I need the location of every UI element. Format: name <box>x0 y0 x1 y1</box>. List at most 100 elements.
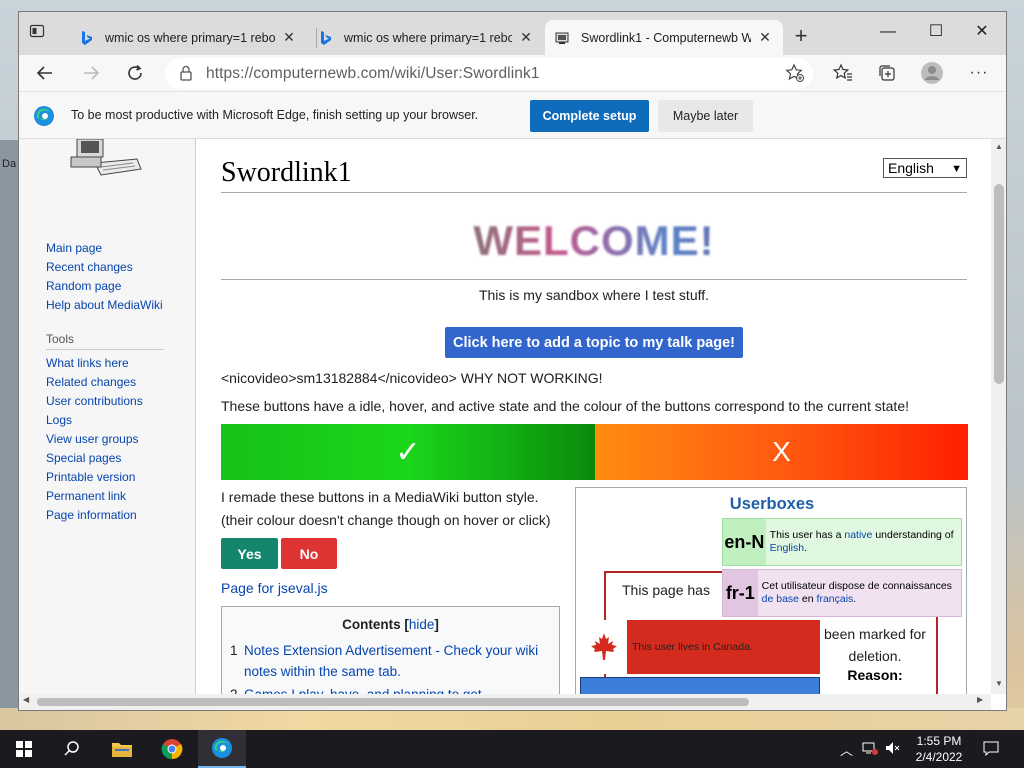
settings-more-button[interactable]: ··· <box>965 60 993 86</box>
deletion-reason-label: Reason: <box>847 667 903 683</box>
userbox-en-code: en-N <box>723 519 766 565</box>
sidebar-item-main-page[interactable]: Main page <box>46 241 102 255</box>
sidebar-item-page-information[interactable]: Page information <box>46 508 137 522</box>
notifications-icon[interactable] <box>983 740 999 759</box>
network-icon[interactable] <box>862 740 878 759</box>
toc-hide-link[interactable]: hide <box>409 617 435 632</box>
welcome-banner: WELCOME! <box>221 217 967 265</box>
url-text[interactable]: https://computernewb.com/wiki/User:Sword… <box>206 65 540 83</box>
scroll-down-icon[interactable]: ▼ <box>991 679 1006 688</box>
tab-swordlink1[interactable]: Swordlink1 - Computernewb Wiki ✕ <box>545 20 783 55</box>
desktop-icon-label[interactable]: Da <box>2 158 16 170</box>
chrome-icon <box>161 739 183 760</box>
toc-item-number: 1 <box>230 643 238 658</box>
scroll-right-icon[interactable]: ▶ <box>977 695 983 704</box>
tab-title: wmic os where primary=1 reboot <box>105 30 275 45</box>
chevron-up-icon[interactable]: ︿ <box>840 740 853 759</box>
language-select[interactable]: English ▼ <box>883 158 967 178</box>
sidebar-item-help[interactable]: Help about MediaWiki <box>46 298 163 312</box>
refresh-button[interactable] <box>121 60 149 86</box>
userbox-french: fr-1 Cet utilisateur dispose de connaiss… <box>722 569 962 617</box>
bing-icon <box>318 30 334 46</box>
sidebar-item-view-user-groups[interactable]: View user groups <box>46 432 139 446</box>
maximize-button[interactable]: ☐ <box>913 18 959 46</box>
close-icon[interactable]: ✕ <box>518 29 534 46</box>
horizontal-scroll-thumb[interactable] <box>37 698 749 706</box>
tab-actions-menu-button[interactable] <box>29 23 55 47</box>
file-explorer-button[interactable] <box>98 730 146 768</box>
complete-setup-button[interactable]: Complete setup <box>530 100 649 132</box>
favorites-icon <box>833 63 852 81</box>
x-mark-icon: X <box>772 436 791 467</box>
sidebar-item-printable-version[interactable]: Printable version <box>46 470 135 484</box>
back-button[interactable] <box>31 60 59 86</box>
page-title: Swordlink1 <box>221 157 352 188</box>
toc-item-text[interactable]: Notes Extension Advertisement - Check yo… <box>244 640 544 682</box>
no-button[interactable]: No <box>281 538 337 569</box>
bing-icon <box>79 30 95 46</box>
tab-wmic-2[interactable]: wmic os where primary=1 reboot ✕ <box>308 20 544 55</box>
sidebar-item-logs[interactable]: Logs <box>46 413 72 427</box>
francais-link[interactable]: français <box>817 593 854 605</box>
toc-title: Contents [hide] <box>222 617 559 632</box>
sidebar-item-special-pages[interactable]: Special pages <box>46 451 121 465</box>
sidebar-item-user-contributions[interactable]: User contributions <box>46 394 143 408</box>
minimize-button[interactable]: — <box>865 18 911 46</box>
sidebar-item-what-links-here[interactable]: What links here <box>46 356 129 370</box>
red-state-button[interactable]: X <box>595 424 968 480</box>
userbox-canada: This user lives in Canada. <box>580 620 820 674</box>
jseval-link[interactable]: Page for jseval.js <box>221 580 328 596</box>
sidebar-item-permanent-link[interactable]: Permanent link <box>46 489 126 503</box>
new-tab-button[interactable]: + <box>789 25 813 47</box>
sandbox-text: This is my sandbox where I test stuff. <box>478 287 710 303</box>
close-icon[interactable]: ✕ <box>281 29 297 46</box>
nicovideo-text: <nicovideo>sm13182884</nicovideo> WHY NO… <box>221 370 603 386</box>
sidebar-item-recent-changes[interactable]: Recent changes <box>46 260 133 274</box>
close-icon[interactable]: ✕ <box>757 29 773 46</box>
search-button[interactable] <box>48 730 96 768</box>
start-button[interactable] <box>0 730 48 768</box>
setup-infobar: To be most productive with Microsoft Edg… <box>19 91 1006 139</box>
toc-item-text[interactable]: Games I play, have, and planning to get <box>244 684 544 694</box>
userboxes-title: Userboxes <box>729 495 815 513</box>
address-bar[interactable]: https://computernewb.com/wiki/User:Sword… <box>165 58 813 89</box>
edge-taskbar-button[interactable] <box>198 730 246 768</box>
userbox-english: en-N This user has a native understandin… <box>722 518 962 566</box>
search-icon <box>64 741 79 756</box>
sidebar-item-related-changes[interactable]: Related changes <box>46 375 136 389</box>
more-dots-icon: ··· <box>969 64 989 81</box>
tab-wmic-1[interactable]: wmic os where primary=1 reboot ✕ <box>69 20 307 55</box>
forward-button[interactable] <box>77 60 105 86</box>
vertical-scroll-thumb[interactable] <box>994 184 1004 384</box>
vertical-scrollbar[interactable]: ▲ ▼ <box>991 139 1006 694</box>
userbox-fr-text: Cet utilisateur dispose de connaissances… <box>761 580 952 605</box>
sidebar-item-random-page[interactable]: Random page <box>46 279 121 293</box>
deletion-notice-line2: been marked for deletion. <box>824 626 926 664</box>
green-state-button[interactable]: ✓ <box>221 424 595 480</box>
add-topic-button[interactable]: Click here to add a topic to my talk pag… <box>445 327 743 358</box>
close-window-button[interactable]: ✕ <box>959 18 1005 46</box>
horizontal-scrollbar[interactable]: ◀ ▶ <box>19 694 991 710</box>
wiki-logo-computer-icon[interactable] <box>67 139 147 179</box>
lock-icon[interactable] <box>179 65 193 86</box>
profile-avatar-icon <box>921 62 943 84</box>
scroll-up-icon[interactable]: ▲ <box>991 142 1006 151</box>
taskbar-clock[interactable]: 1:55 PM 2/4/2022 <box>908 733 970 765</box>
toc-heading: Contents <box>342 617 401 632</box>
toc-item[interactable]: 2 Games I play, have, and planning to ge… <box>230 684 482 694</box>
native-link[interactable]: native <box>844 529 872 541</box>
add-favorite-icon[interactable] <box>785 63 805 88</box>
maybe-later-button[interactable]: Maybe later <box>658 100 753 132</box>
toc-item[interactable]: 1 Notes Extension Advertisement - Check … <box>230 640 538 679</box>
profile-button[interactable] <box>918 60 946 86</box>
scroll-left-icon[interactable]: ◀ <box>23 695 29 704</box>
chrome-button[interactable] <box>148 730 196 768</box>
collections-button[interactable] <box>873 60 901 86</box>
chevron-down-icon: ▼ <box>951 163 962 175</box>
tab-strip: wmic os where primary=1 reboot ✕ wmic os… <box>19 12 1006 55</box>
yes-button[interactable]: Yes <box>221 538 278 569</box>
favorites-button[interactable] <box>829 60 857 86</box>
volume-muted-icon[interactable] <box>884 740 900 759</box>
english-link[interactable]: English <box>770 542 804 554</box>
de-base-link[interactable]: de base <box>762 593 799 605</box>
